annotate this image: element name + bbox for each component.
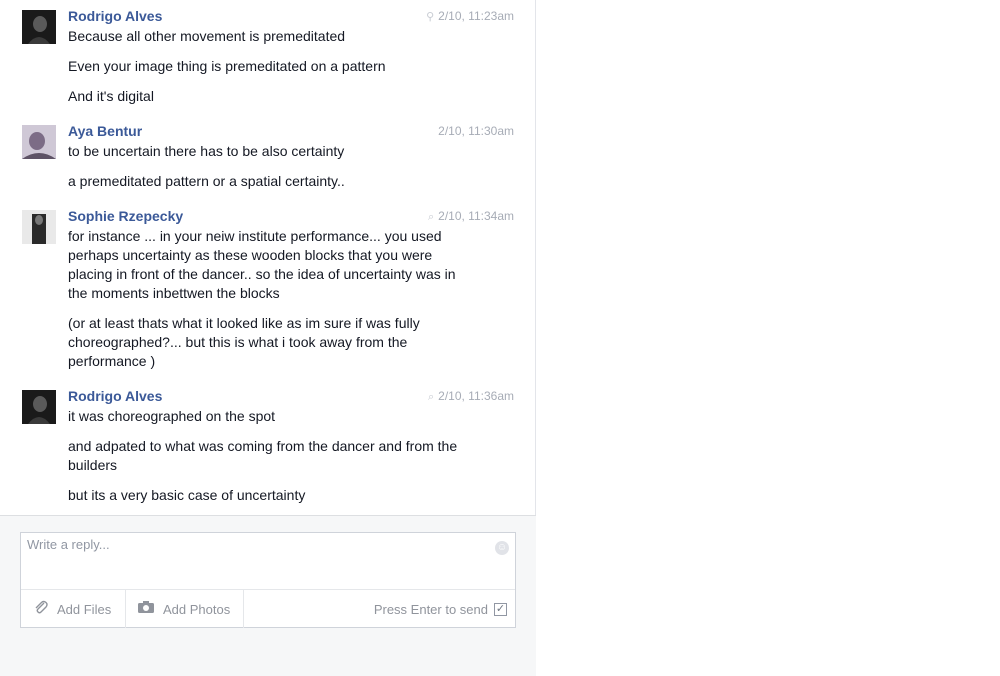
sender-name[interactable]: Aya Bentur <box>68 123 142 139</box>
press-enter-toggle[interactable]: Press Enter to send ✓ <box>374 590 507 628</box>
message-group: Aya Bentur 2/10, 11:30am to be uncertain… <box>0 115 536 200</box>
message-text: to be uncertain there has to be also cer… <box>68 143 345 159</box>
location-icon: ⚲ <box>426 11 435 23</box>
toolbar-divider <box>125 590 126 628</box>
message-group: Rodrigo Alves ⌕ 2/10, 11:36am it was chor… <box>0 380 536 515</box>
reply-composer: ☺ Add Files Add Photos Press Enter to se… <box>20 532 516 628</box>
timestamp-text: 2/10, 11:34am <box>438 209 514 223</box>
timestamp-text: 2/10, 11:30am <box>438 124 514 138</box>
message-timestamp: ⚲ 2/10, 11:23am <box>426 9 514 23</box>
sender-name[interactable]: Sophie Rzepecky <box>68 208 183 224</box>
add-files-button[interactable]: Add Files <box>33 590 111 628</box>
chat-bubble-icon: ⌕ <box>427 211 435 223</box>
add-files-label: Add Files <box>57 601 112 617</box>
timestamp-text: 2/10, 11:23am <box>438 9 514 23</box>
message-text: And it's digital <box>68 88 154 104</box>
message-timestamp: 2/10, 11:30am <box>438 124 514 138</box>
avatar[interactable] <box>22 125 56 159</box>
paperclip-icon <box>33 599 49 619</box>
timestamp-text: 2/10, 11:36am <box>438 389 514 403</box>
message-timestamp: ⌕ 2/10, 11:34am <box>428 209 514 224</box>
add-photos-label: Add Photos <box>163 601 231 617</box>
emoji-icon[interactable]: ☺ <box>495 541 509 555</box>
checkmark-icon: ✓ <box>495 602 506 615</box>
avatar[interactable] <box>22 10 56 44</box>
sender-name[interactable]: Rodrigo Alves <box>68 8 162 24</box>
message-text: (or at least thats what it looked like a… <box>68 315 420 369</box>
sender-name[interactable]: Rodrigo Alves <box>68 388 162 404</box>
toolbar-divider <box>243 590 244 628</box>
chat-panel: Rodrigo Alves ⚲ 2/10, 11:23am Because all… <box>0 0 536 676</box>
avatar[interactable] <box>22 390 56 424</box>
message-text: for instance ... in your neiw institute … <box>68 228 456 301</box>
press-enter-label: Press Enter to send <box>373 601 488 617</box>
message-group: Rodrigo Alves ⚲ 2/10, 11:23am Because all… <box>0 0 536 115</box>
message-timestamp: ⌕ 2/10, 11:36am <box>428 389 514 404</box>
add-photos-button[interactable]: Add Photos <box>137 590 230 628</box>
message-text: it was choreographed on the spot <box>68 408 276 424</box>
reply-input[interactable] <box>27 537 487 585</box>
message-text: a premeditated pattern or a spatial cert… <box>68 173 345 189</box>
message-text: but its a very basic case of uncertainty <box>68 487 306 503</box>
message-text: Even your image thing is premeditated on… <box>68 58 386 74</box>
message-text: and adpated to what was coming from the … <box>68 438 458 473</box>
message-group: Sophie Rzepecky ⌕ 2/10, 11:34am for insta… <box>0 200 536 380</box>
message-text: Because all other movement is premeditat… <box>68 28 346 44</box>
avatar[interactable] <box>22 210 56 244</box>
composer-toolbar: Add Files Add Photos Press Enter to send… <box>21 589 515 628</box>
press-enter-checkbox[interactable]: ✓ <box>494 602 507 616</box>
message-thread: Rodrigo Alves ⚲ 2/10, 11:23am Because all… <box>0 0 536 515</box>
camera-icon <box>137 600 155 618</box>
chat-bubble-icon: ⌕ <box>427 391 435 403</box>
